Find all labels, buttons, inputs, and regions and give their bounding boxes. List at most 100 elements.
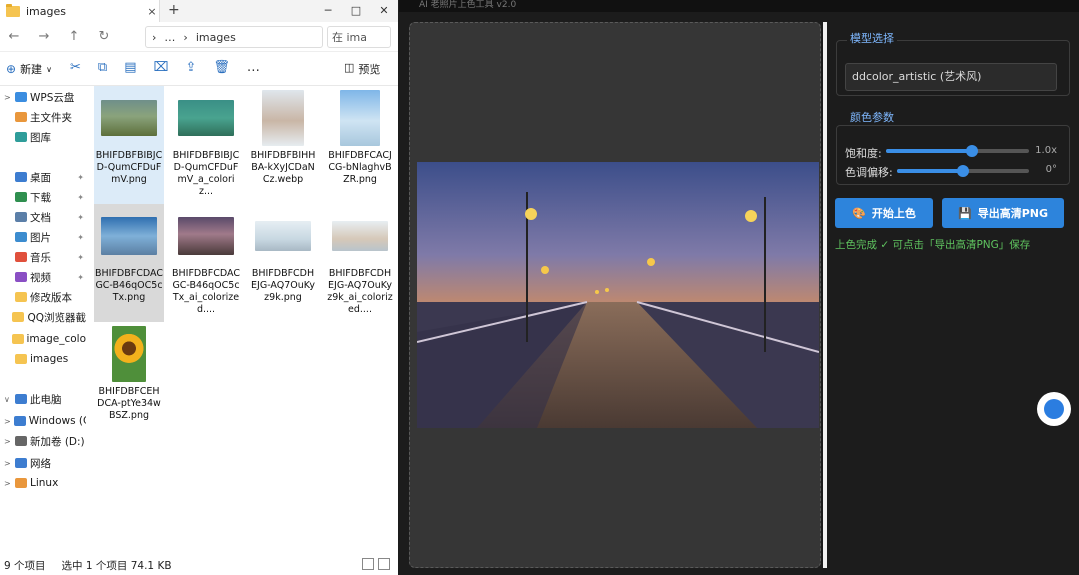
assistant-icon bbox=[1044, 399, 1064, 419]
sidebar-item[interactable]: 桌面 ✦ bbox=[4, 168, 86, 186]
sidebar-item[interactable]: > WPS云盘 bbox=[4, 88, 86, 106]
file-item[interactable]: BHIFDBFCDHEJG-AQ7OuKyz9k.png bbox=[248, 204, 318, 322]
hue-slider-fill bbox=[897, 169, 963, 173]
preview-button[interactable]: ◫ 预览 bbox=[344, 61, 380, 77]
hue-slider-handle[interactable] bbox=[957, 165, 969, 177]
chevron-icon[interactable]: > bbox=[4, 459, 12, 468]
new-button[interactable]: ⊕ 新建 ∨ bbox=[6, 61, 52, 77]
close-tab-icon[interactable]: × bbox=[145, 5, 159, 18]
hue-slider[interactable] bbox=[897, 165, 1029, 177]
sidebar-item[interactable]: > 网络 bbox=[4, 454, 86, 472]
rename-icon[interactable]: ⌧ bbox=[154, 60, 169, 75]
pin-icon[interactable]: ✦ bbox=[77, 253, 84, 262]
image-thumbnail bbox=[330, 88, 390, 148]
close-button[interactable]: ✕ bbox=[370, 0, 398, 22]
saturation-value: 1.0x bbox=[1035, 145, 1057, 156]
sidebar-item[interactable]: ∨ 此电脑 bbox=[4, 390, 86, 408]
add-tab-button[interactable]: + bbox=[168, 2, 180, 18]
sidebar-item-icon bbox=[15, 232, 27, 242]
address-folder[interactable]: images bbox=[196, 31, 236, 44]
cut-icon[interactable]: ✂ bbox=[70, 60, 81, 75]
chevron-icon[interactable]: ∨ bbox=[4, 395, 12, 404]
sidebar-item[interactable]: 图库 bbox=[4, 128, 86, 146]
sidebar-item[interactable]: 视频 ✦ bbox=[4, 268, 86, 286]
image-thumbnail bbox=[330, 206, 390, 266]
pin-icon[interactable]: ✦ bbox=[77, 273, 84, 282]
copy-icon[interactable]: ⧉ bbox=[98, 60, 107, 75]
details-view-icon[interactable] bbox=[362, 558, 374, 570]
pin-icon[interactable]: ✦ bbox=[77, 173, 84, 182]
start-colorize-button[interactable]: 🎨 开始上色 bbox=[835, 198, 933, 228]
sidebar-item[interactable]: 音乐 ✦ bbox=[4, 248, 86, 266]
file-item[interactable]: BHIFDBFCDHEJG-AQ7OuKyz9k_ai_colorized...… bbox=[325, 204, 395, 322]
sidebar-item[interactable]: QQ浏览器截 bbox=[4, 308, 86, 326]
saturation-slider-handle[interactable] bbox=[965, 145, 978, 157]
delete-icon[interactable]: 🗑 bbox=[213, 60, 230, 75]
up-arrow-icon[interactable]: ↑ bbox=[66, 29, 82, 44]
sidebar-item[interactable]: images bbox=[4, 350, 86, 368]
model-select[interactable]: ddcolor_artistic (艺术风) bbox=[845, 63, 1057, 91]
image-thumbnail bbox=[99, 206, 159, 266]
more-icon[interactable]: … bbox=[247, 60, 260, 75]
sidebar-item[interactable]: image_colo bbox=[4, 330, 86, 348]
sidebar-item[interactable]: 主文件夹 bbox=[4, 108, 86, 126]
pin-icon[interactable]: ✦ bbox=[77, 213, 84, 222]
sidebar-item-label: 网络 bbox=[30, 457, 51, 470]
tab-images[interactable]: images × bbox=[0, 0, 160, 22]
address-more[interactable]: … bbox=[164, 31, 175, 44]
preview-icon: ◫ bbox=[344, 61, 355, 74]
maximize-button[interactable]: □ bbox=[342, 0, 370, 22]
file-item[interactable]: BHIFDBFCDACGC-B46qOC5cTx.png bbox=[94, 204, 164, 322]
file-item[interactable]: BHIFDBFBIHHBA-kXyJCDaNCz.webp bbox=[248, 86, 318, 204]
file-item[interactable]: BHIFDBFCACJCG-bNlaghvBZR.png bbox=[325, 86, 395, 204]
sidebar-item-label: Linux bbox=[30, 477, 59, 489]
file-item[interactable]: BHIFDBFCDACGC-B46qOC5cTx_ai_colorized...… bbox=[171, 204, 241, 322]
file-item[interactable]: BHIFDBFBIBJCD-QumCFDuFmV.png bbox=[94, 86, 164, 204]
export-png-button[interactable]: 💾 导出高清PNG bbox=[942, 198, 1064, 228]
back-arrow-icon[interactable]: ← bbox=[6, 29, 22, 44]
chevron-icon[interactable]: > bbox=[4, 417, 11, 426]
sidebar-item[interactable]: > Linux bbox=[4, 474, 86, 492]
sidebar-item-icon bbox=[15, 394, 27, 404]
sidebar-item[interactable]: 文档 ✦ bbox=[4, 208, 86, 226]
sidebar-item[interactable]: 修改版本 bbox=[4, 288, 86, 306]
file-item[interactable]: BHIFDBFCEHDCA-ptYe34wBSZ.png bbox=[94, 322, 164, 440]
status-message: 上色完成 ✓ 可点击「导出高清PNG」保存 bbox=[835, 239, 1031, 251]
search-placeholder: 在 ima bbox=[332, 31, 368, 44]
sidebar-item[interactable]: 图片 ✦ bbox=[4, 228, 86, 246]
file-name: BHIFDBFCDHEJG-AQ7OuKyz9k.png bbox=[251, 268, 315, 303]
minimize-button[interactable]: ─ bbox=[314, 0, 342, 22]
refresh-icon[interactable]: ↻ bbox=[96, 29, 112, 44]
panel-splitter[interactable] bbox=[823, 22, 827, 568]
sidebar-item[interactable]: > 新加卷 (D:) bbox=[4, 432, 86, 450]
address-bar[interactable]: › … › images bbox=[145, 26, 323, 48]
saturation-slider[interactable] bbox=[886, 145, 1029, 157]
share-icon[interactable]: ⇪ bbox=[185, 60, 196, 75]
sidebar-item-label: 桌面 bbox=[30, 171, 51, 184]
preview-label: 预览 bbox=[358, 63, 381, 76]
colorize-app-window: AI 老照片上色工具 v2.0 模型选择 ddcolor_artistic (艺… bbox=[399, 0, 1079, 575]
explorer-titlebar: images × + ─ □ ✕ bbox=[0, 0, 398, 22]
export-button-label: 导出高清PNG bbox=[977, 207, 1048, 220]
file-item[interactable]: BHIFDBFBIBJCD-QumCFDuFmV_a_coloriz... bbox=[171, 86, 241, 204]
pin-icon[interactable]: ✦ bbox=[77, 233, 84, 242]
file-grid: BHIFDBFBIBJCD-QumCFDuFmV.png BHIFDBFBIBJ… bbox=[90, 86, 396, 546]
sidebar-item-icon bbox=[15, 112, 27, 122]
sidebar-item[interactable]: > Windows (C bbox=[4, 412, 86, 430]
chevron-icon[interactable]: > bbox=[4, 479, 12, 488]
chevron-icon[interactable]: > bbox=[4, 93, 12, 102]
paste-icon[interactable]: ▤ bbox=[124, 60, 136, 75]
image-drop-area[interactable] bbox=[409, 22, 821, 568]
chevron-right-icon: › bbox=[183, 30, 188, 44]
file-name: BHIFDBFCACJCG-bNlaghvBZR.png bbox=[328, 150, 392, 185]
chevron-icon[interactable]: > bbox=[4, 437, 12, 446]
tiles-view-icon[interactable] bbox=[378, 558, 390, 570]
file-name: BHIFDBFCDACGC-B46qOC5cTx_ai_colorized...… bbox=[172, 268, 240, 315]
search-input[interactable]: 在 ima bbox=[327, 26, 391, 48]
pin-icon[interactable]: ✦ bbox=[77, 193, 84, 202]
sidebar-item[interactable]: 下载 ✦ bbox=[4, 188, 86, 206]
forward-arrow-icon[interactable]: → bbox=[36, 29, 52, 44]
sidebar-item-label: 此电脑 bbox=[30, 393, 62, 406]
saturation-label: 饱和度: bbox=[845, 147, 882, 160]
floating-assistant-button[interactable] bbox=[1037, 392, 1071, 426]
